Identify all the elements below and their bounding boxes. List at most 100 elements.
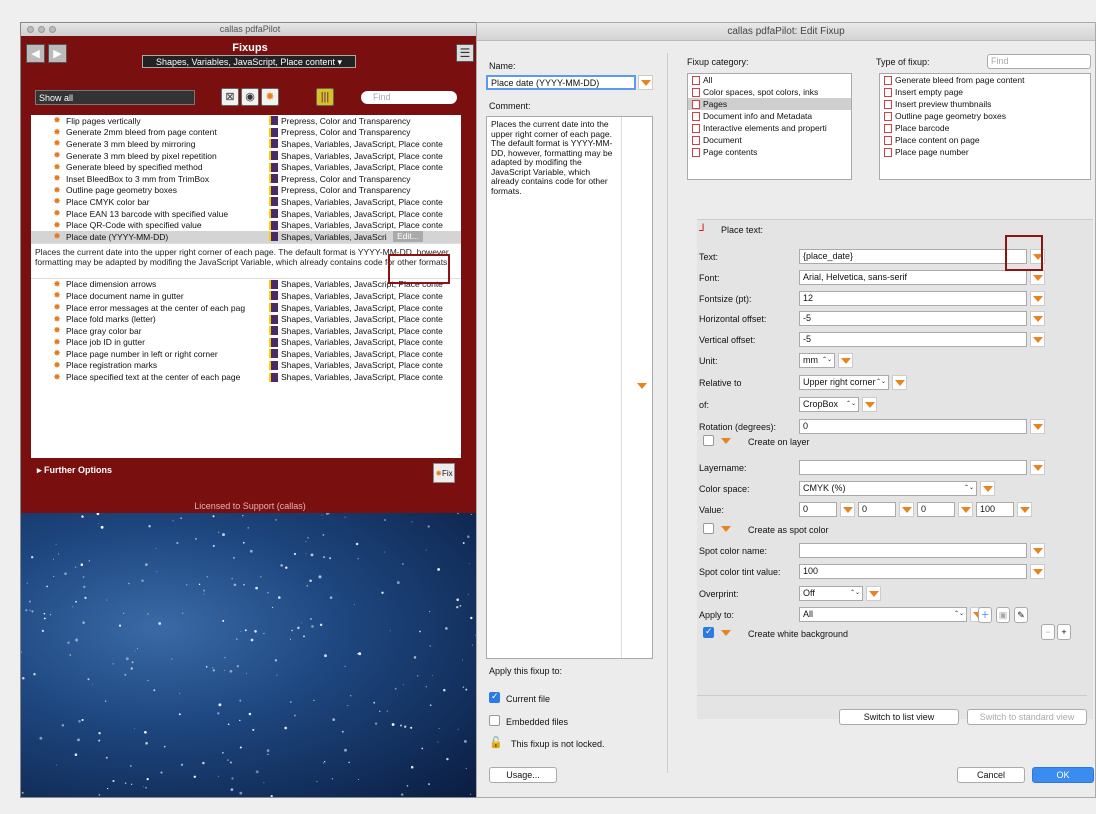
add-icon[interactable]: ＋ [978,607,992,623]
category-item[interactable]: Document [688,134,851,146]
relative-to-dropdown[interactable] [892,375,907,390]
duplicate-icon[interactable]: ▣ [996,607,1010,623]
value-input[interactable]: 0 [799,502,837,517]
table-row[interactable]: ✸ Place page number in left or right corn… [31,348,461,360]
create-white-background-dropdown[interactable] [718,625,733,640]
spot-color-name-dropdown[interactable] [1030,543,1045,558]
table-row[interactable]: ✸ Place date (YYYY-MM-DD) Shapes, Variable… [31,230,461,243]
table-row[interactable]: ✸ Place fold marks (letter) Shapes, Variab… [31,313,461,325]
table-row[interactable]: ✸ Generate 3 mm bleed by pixel repetition… [31,150,461,162]
horizontal-offset-input[interactable]: -5 [799,311,1027,326]
table-row[interactable]: ✸ Place QR-Code with specified value Shape… [31,219,461,231]
category-item[interactable]: Document info and Metadata [688,110,851,122]
table-row[interactable]: ✸ Place error messages at the center of e… [31,302,461,314]
profile-icon[interactable]: ⊠ [221,88,239,106]
type-item[interactable]: Insert empty page [880,86,1090,98]
fixup-icon[interactable]: ✸ [261,88,279,106]
embedded-files-checkbox[interactable] [489,715,500,726]
category-list[interactable]: All Color spaces, spot colors, inks Pages D… [687,73,852,180]
value-dropdown[interactable] [840,502,855,517]
value-dropdown[interactable] [1017,502,1032,517]
value-input[interactable]: 0 [858,502,896,517]
create-on-layer-checkbox[interactable] [703,435,714,446]
value-input[interactable]: 0 [917,502,955,517]
table-row[interactable]: ✸ Place document name in gutter Shapes, Va… [31,290,461,302]
table-row[interactable]: ✸ Generate bleed by specified method Shape… [31,161,461,173]
window-controls[interactable] [27,26,56,33]
create-spot-color-checkbox[interactable] [703,523,714,534]
comment-dropdown[interactable] [637,383,647,389]
font-input[interactable]: Arial, Helvetica, sans-serif [799,270,1027,285]
hamburger-menu-icon[interactable]: ☰ [456,44,474,62]
table-row[interactable]: ✸ Outline page geometry boxes Prepress, Co… [31,185,461,197]
usage-button[interactable]: Usage... [489,767,557,783]
further-options-toggle[interactable]: ▸ Further Options [31,463,461,485]
of-dropdown[interactable] [862,397,877,412]
apply-to-input[interactable]: All [799,607,967,622]
color-space-dropdown[interactable] [980,481,995,496]
value-input[interactable]: 100 [976,502,1014,517]
category-item[interactable]: Interactive elements and properti [688,122,851,134]
rotation-dropdown[interactable] [1030,419,1045,434]
show-all-select[interactable]: Show all [35,90,195,105]
category-item[interactable]: Pages [688,98,851,110]
type-item[interactable]: Place barcode [880,122,1090,134]
create-white-background-checkbox[interactable] [703,626,714,638]
spot-color-name-input[interactable] [799,543,1027,558]
color-space-input[interactable]: CMYK (%) [799,481,977,496]
type-item[interactable]: Place page number [880,146,1090,158]
cancel-button[interactable]: Cancel [957,767,1025,783]
type-item[interactable]: Place content on page [880,134,1090,146]
tint-value-input[interactable]: 100 [799,564,1027,579]
table-row[interactable]: ✸ Flip pages vertically Prepress, Color an… [31,115,461,127]
switch-list-button[interactable]: Switch to list view [839,709,959,725]
plus-button[interactable]: + [1057,624,1071,640]
switch-standard-button[interactable]: Switch to standard view [967,709,1087,725]
vertical-offset-dropdown[interactable] [1030,332,1045,347]
table-row[interactable]: ✸ Place CMYK color bar Shapes, Variables, … [31,196,461,208]
fixup-library-select[interactable]: Shapes, Variables, JavaScript, Place con… [142,55,356,68]
tint-value-dropdown[interactable] [1030,564,1045,579]
unlock-icon[interactable]: 🔓 [489,736,503,749]
table-row[interactable]: ✸ Place job ID in gutter Shapes, Variables… [31,337,461,349]
fix-button[interactable]: ✸Fix [433,463,455,483]
table-row[interactable]: ✸ Generate 2mm bleed from page content Pre… [31,127,461,139]
name-input[interactable]: Place date (YYYY-MM-DD) [486,75,636,90]
overprint-input[interactable]: Off [799,586,863,601]
ok-button[interactable]: OK [1032,767,1094,783]
comment-textarea[interactable]: Places the current date into the upper r… [486,116,653,659]
unit-dropdown[interactable] [838,353,853,368]
edit-pen-icon[interactable]: ✎ [1014,607,1028,623]
of-input[interactable]: CropBox [799,397,859,412]
font-dropdown[interactable] [1030,270,1045,285]
table-row[interactable]: ✸ Place specified text at the center of e… [31,371,461,383]
value-dropdown[interactable] [899,502,914,517]
category-item[interactable]: Page contents [688,146,851,158]
create-spot-color-dropdown[interactable] [718,521,733,536]
check-icon[interactable]: ◉ [241,88,259,106]
table-row[interactable]: ✸ Place EAN 13 barcode with specified val… [31,208,461,220]
type-item[interactable]: Insert preview thumbnails [880,98,1090,110]
fontsize-dropdown[interactable] [1030,291,1045,306]
edit-button[interactable]: Edit... [393,230,423,242]
layername-input[interactable] [799,460,1027,475]
rotation-input[interactable]: 0 [799,419,1027,434]
fontsize-input[interactable]: 12 [799,291,1027,306]
table-row[interactable]: ✸ Place gray color bar Shapes, Variables, … [31,325,461,337]
type-item[interactable]: Generate bleed from page content [880,74,1090,86]
relative-to-input[interactable]: Upper right corner [799,375,889,390]
fixup-search-input[interactable]: Find [361,91,457,104]
fixup-list[interactable]: ✸ Flip pages vertically Prepress, Color an… [31,115,461,458]
overprint-dropdown[interactable] [866,586,881,601]
current-file-checkbox[interactable] [489,691,500,703]
name-dropdown[interactable] [638,75,653,90]
create-on-layer-dropdown[interactable] [718,433,733,448]
text-input[interactable]: {place_date} [799,249,1027,264]
minus-button[interactable]: − [1041,624,1055,640]
category-item[interactable]: All [688,74,851,86]
horizontal-offset-dropdown[interactable] [1030,311,1045,326]
table-row[interactable]: ✸ Place registration marks Shapes, Variabl… [31,360,461,372]
type-list[interactable]: Generate bleed from page content Insert e… [879,73,1091,180]
type-find-input[interactable]: Find [987,54,1091,69]
table-row[interactable]: ✸ Inset BleedBox to 3 mm from TrimBox Prep… [31,173,461,185]
